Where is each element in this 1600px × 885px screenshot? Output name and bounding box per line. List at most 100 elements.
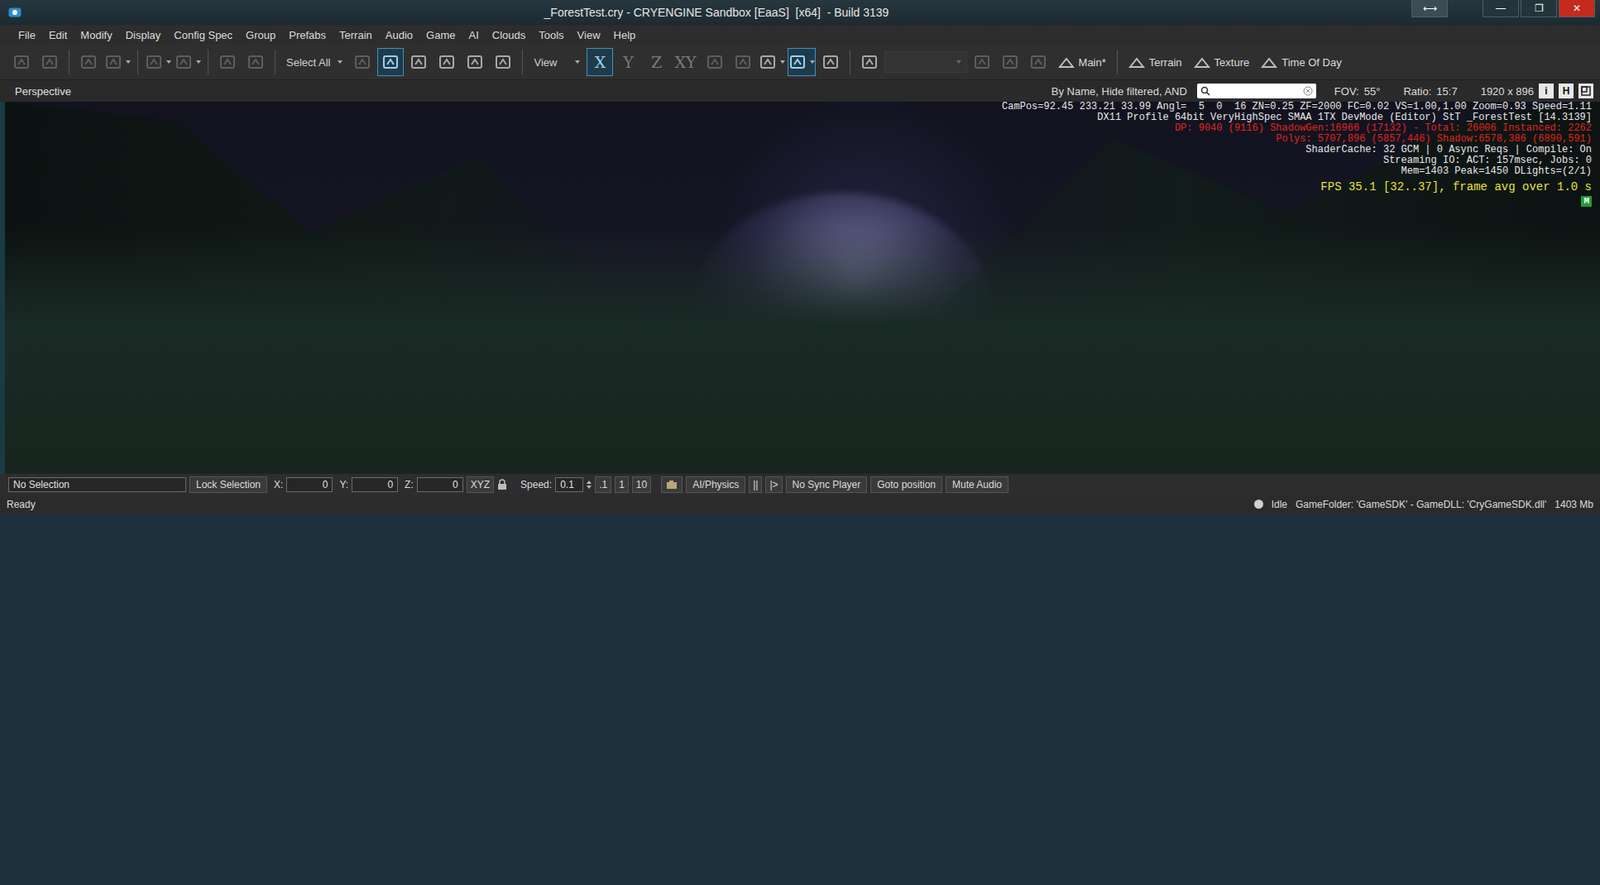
window-control-button[interactable]: ⟷: [1411, 0, 1448, 18]
toolbar-button[interactable]: [103, 47, 132, 77]
overlay-badge: M: [1580, 196, 1592, 207]
menu-item[interactable]: File: [11, 26, 43, 44]
selection-field[interactable]: No Selection: [8, 477, 187, 493]
menu-item[interactable]: Edit: [42, 26, 74, 44]
toolbar-button[interactable]: [377, 47, 404, 77]
tool-icon: [758, 52, 777, 72]
coord-field[interactable]: 0: [351, 477, 398, 493]
clear-icon[interactable]: [1302, 86, 1313, 96]
speed-preset-button[interactable]: .1: [594, 476, 612, 494]
camera-button[interactable]: [661, 476, 683, 494]
speed-preset-button[interactable]: 1: [614, 476, 629, 494]
debug-line: DP: 9040 (9116) ShadowGen:16966 (17132) …: [1174, 123, 1592, 135]
tool-icon: [353, 52, 372, 72]
toolbar-dropdown[interactable]: View: [528, 52, 585, 72]
toolbar-button[interactable]: [242, 47, 269, 77]
tool-icon: [1260, 53, 1278, 71]
toolbar-button[interactable]: [817, 47, 844, 77]
axis-button[interactable]: Y: [614, 47, 642, 77]
toolbar-button[interactable]: [405, 47, 432, 77]
menu-item[interactable]: Game: [419, 26, 462, 44]
axis-button[interactable]: XY: [670, 47, 700, 77]
speed-spinner[interactable]: [586, 480, 592, 489]
menu-item[interactable]: Help: [607, 26, 643, 44]
bottom-button[interactable]: Mute Audio: [945, 476, 1009, 494]
ai-physics-button[interactable]: AI/Physics: [685, 476, 746, 494]
toolbar-button[interactable]: [36, 47, 63, 77]
coord-field[interactable]: 0: [416, 477, 464, 493]
debug-line: Streaming IO: ACT: 157msec, Jobs: 0: [1383, 155, 1592, 167]
axis-button[interactable]: X: [586, 47, 614, 77]
window-control-button[interactable]: ❐: [1520, 0, 1557, 18]
toolbar-button[interactable]: [173, 47, 202, 77]
toolbar-button[interactable]: [856, 47, 883, 77]
ratio-value[interactable]: 15:7: [1436, 85, 1457, 98]
speed-preset-button[interactable]: 10: [632, 476, 652, 494]
toolbar-button[interactable]: [143, 47, 173, 77]
viewport-title[interactable]: Perspective: [14, 85, 72, 98]
menu-item[interactable]: AI: [461, 26, 485, 44]
tool-icon: [860, 52, 879, 72]
toolbar-button[interactable]: [349, 47, 376, 77]
menu-item[interactable]: Clouds: [485, 26, 532, 44]
toolbar-button[interactable]: [701, 47, 729, 77]
toolbar-separator: [68, 49, 70, 75]
filter-label: By Name, Hide filtered, AND: [1051, 85, 1188, 98]
tool-icon: [144, 52, 163, 72]
toolbar-button[interactable]: [75, 47, 102, 77]
toolbar-button[interactable]: [461, 47, 489, 77]
toolbar-separator: [1116, 49, 1118, 75]
toolbar-dropdown[interactable]: Select All: [281, 52, 348, 72]
maximize-viewport-button[interactable]: [1578, 83, 1594, 99]
bottom-button[interactable]: Goto position: [870, 476, 943, 494]
debug-line: ShaderCache: 32 GCM | 0 Async Reqs | Com…: [1305, 144, 1592, 156]
toolbar-button[interactable]: [8, 47, 35, 77]
window-control-button[interactable]: —: [1482, 0, 1519, 18]
resolution[interactable]: 1920 x 896: [1480, 85, 1534, 98]
viewport[interactable]: CamPos=92.45 233.21 33.99 Angl= 5 0 16 Z…: [0, 101, 1600, 475]
menu-item[interactable]: Prefabs: [282, 26, 333, 44]
toolbar-button[interactable]: [996, 47, 1024, 77]
lock-icon[interactable]: [497, 479, 508, 491]
search-field[interactable]: [1197, 83, 1317, 99]
menu-item[interactable]: Config Spec: [167, 26, 240, 44]
lock-selection-button[interactable]: Lock Selection: [189, 476, 268, 494]
toolbar-separator: [849, 49, 851, 75]
toolbar-button[interactable]: [489, 47, 517, 77]
menu-item[interactable]: Tools: [531, 26, 571, 44]
menu-item[interactable]: Audio: [378, 26, 420, 44]
tool-icon: [104, 52, 123, 72]
transport-button[interactable]: ||: [748, 476, 762, 494]
menu-item[interactable]: Modify: [73, 26, 119, 44]
toolbar-button[interactable]: [214, 47, 241, 77]
taskbar: [0, 513, 1600, 885]
viewport-toggle-button[interactable]: i: [1538, 83, 1554, 99]
window-control-button[interactable]: ✕: [1558, 0, 1596, 18]
toolbar-button[interactable]: [757, 47, 786, 77]
toolbar-labeled-button[interactable]: Main*: [1053, 47, 1112, 77]
dropdown-arrow-icon: [809, 60, 815, 64]
toolbar-labeled-button[interactable]: Texture: [1188, 47, 1256, 77]
viewport-toggle-button[interactable]: H: [1558, 83, 1574, 99]
menu-item[interactable]: Display: [119, 26, 168, 44]
toolbar-dropdown[interactable]: [884, 51, 968, 73]
fps-line: FPS 35.1 [32..37], frame avg over 1.0 s: [1320, 179, 1592, 195]
xyz-button[interactable]: XYZ: [466, 476, 494, 494]
toolbar-button[interactable]: [787, 47, 816, 77]
toolbar-labeled-button[interactable]: Terrain: [1123, 47, 1188, 77]
speed-field[interactable]: 0.1: [555, 477, 584, 493]
tool-icon: [1193, 53, 1211, 71]
menu-item[interactable]: View: [570, 26, 608, 44]
toolbar-button[interactable]: [729, 47, 757, 77]
toolbar-button[interactable]: [433, 47, 460, 77]
coord-field[interactable]: 0: [286, 477, 333, 493]
fov-value[interactable]: 55°: [1364, 85, 1381, 98]
toolbar-labeled-button[interactable]: Time Of Day: [1255, 47, 1347, 77]
toolbar-button[interactable]: [1025, 47, 1052, 77]
bottom-button[interactable]: No Sync Player: [785, 476, 868, 494]
axis-button[interactable]: Z: [642, 47, 670, 77]
toolbar-button[interactable]: [968, 47, 996, 77]
menu-item[interactable]: Group: [239, 26, 283, 44]
menu-item[interactable]: Terrain: [332, 26, 379, 44]
transport-button[interactable]: |>: [765, 476, 782, 494]
